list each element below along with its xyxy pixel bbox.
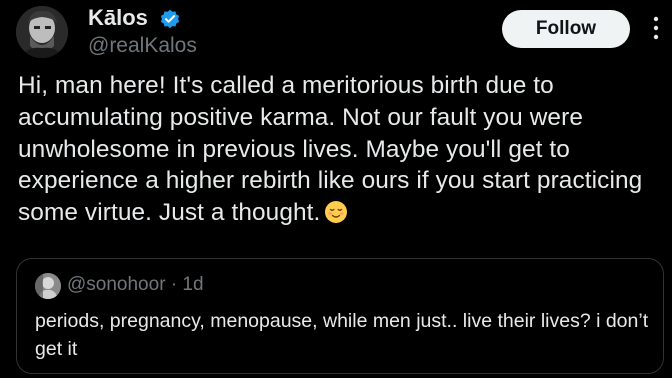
more-options-icon[interactable] [651, 14, 661, 42]
follow-button[interactable]: Follow [502, 10, 630, 48]
quoted-author-avatar[interactable] [35, 273, 61, 299]
quoted-author-meta: @sonohoor · 1d [67, 273, 204, 297]
author-handle[interactable]: @realKalos [88, 34, 197, 58]
quoted-author-handle[interactable]: @sonohoor [67, 274, 166, 295]
quoted-timestamp[interactable]: 1d [182, 274, 203, 295]
quoted-tweet[interactable]: @sonohoor · 1d periods, pregnancy, menop… [16, 258, 664, 374]
author-avatar[interactable] [16, 6, 68, 58]
quoted-text: periods, pregnancy, menopause, while men… [35, 310, 649, 360]
verified-badge-icon[interactable] [160, 9, 180, 29]
tweet: Kālos @realKalos Follow Hi, man here! It… [0, 0, 672, 378]
post-text: Hi, man here! It's called a meritorious … [18, 70, 668, 229]
author-name[interactable]: Kālos [88, 6, 148, 30]
separator-dot: · [170, 274, 178, 295]
relieved-face-icon [324, 200, 348, 224]
